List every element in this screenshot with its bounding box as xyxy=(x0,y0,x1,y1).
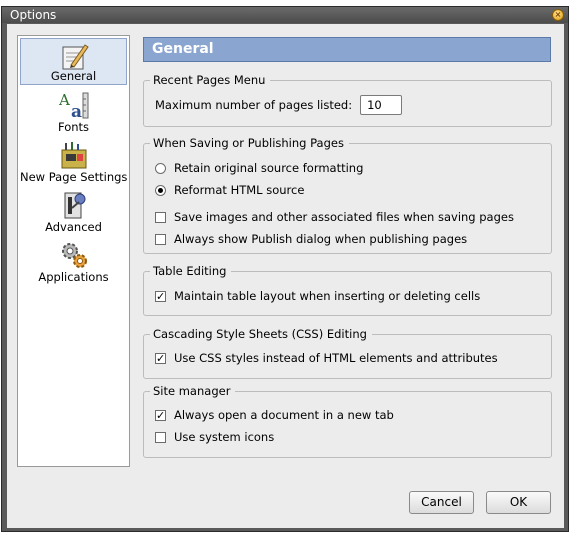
table-editing-group: Table Editing ✓ Maintain table layout wh… xyxy=(143,264,552,316)
svg-text:a: a xyxy=(71,102,82,120)
category-general[interactable]: General xyxy=(20,38,127,85)
site-manager-group: Site manager ✓ Always open a document in… xyxy=(143,384,552,458)
retain-formatting-label: Retain original source formatting xyxy=(174,161,364,175)
title-bar[interactable]: Options × xyxy=(2,7,568,23)
close-icon[interactable]: × xyxy=(552,9,564,21)
save-images-option[interactable]: Save images and other associated files w… xyxy=(155,210,514,224)
publish-dialog-checkbox[interactable] xyxy=(155,233,166,245)
svg-text:A: A xyxy=(58,91,70,109)
reformat-html-label: Reformat HTML source xyxy=(174,183,305,197)
max-pages-input[interactable]: 10 xyxy=(360,95,403,115)
reformat-html-radio[interactable] xyxy=(155,184,166,196)
system-icons-label: Use system icons xyxy=(174,430,275,444)
fonts-icon: A a xyxy=(58,91,88,120)
maintain-layout-checkbox[interactable]: ✓ xyxy=(155,290,166,302)
new-page-settings-icon xyxy=(61,142,86,169)
group-legend: When Saving or Publishing Pages xyxy=(150,136,349,150)
group-legend: Table Editing xyxy=(150,264,232,278)
options-window: Options × General A a Fonts New Page Set… xyxy=(1,6,569,532)
use-css-option[interactable]: ✓ Use CSS styles instead of HTML element… xyxy=(155,351,498,365)
category-label: New Page Settings xyxy=(20,170,128,184)
category-advanced[interactable]: Advanced xyxy=(20,188,127,235)
reformat-html-option[interactable]: Reformat HTML source xyxy=(155,183,304,197)
category-applications[interactable]: Applications xyxy=(20,238,127,285)
saving-group: When Saving or Publishing Pages Retain o… xyxy=(143,136,552,254)
category-label: Applications xyxy=(38,270,109,284)
save-images-checkbox[interactable] xyxy=(155,211,166,223)
group-legend: Site manager xyxy=(150,384,236,398)
ok-button[interactable]: OK xyxy=(486,491,551,514)
general-icon xyxy=(62,44,89,70)
new-tab-option[interactable]: ✓ Always open a document in a new tab xyxy=(155,408,394,422)
window-title: Options xyxy=(10,8,57,22)
maintain-layout-label: Maintain table layout when inserting or … xyxy=(174,289,481,303)
save-images-label: Save images and other associated files w… xyxy=(174,210,514,224)
category-new-page-settings[interactable]: New Page Settings xyxy=(20,138,127,185)
category-label: Advanced xyxy=(45,220,102,234)
dialog-body: General A a Fonts New Page Settings Adva… xyxy=(7,24,564,528)
css-editing-group: Cascading Style Sheets (CSS) Editing ✓ U… xyxy=(143,327,552,379)
recent-pages-group: Recent Pages Menu Maximum number of page… xyxy=(143,73,552,127)
retain-formatting-radio[interactable] xyxy=(155,162,166,174)
retain-formatting-option[interactable]: Retain original source formatting xyxy=(155,161,363,175)
use-css-checkbox[interactable]: ✓ xyxy=(155,352,166,364)
publish-dialog-option[interactable]: Always show Publish dialog when publishi… xyxy=(155,232,467,246)
page-title: General xyxy=(143,37,551,62)
maintain-layout-option[interactable]: ✓ Maintain table layout when inserting o… xyxy=(155,289,480,303)
category-label: General xyxy=(50,69,97,83)
group-legend: Cascading Style Sheets (CSS) Editing xyxy=(150,327,372,341)
applications-icon xyxy=(61,243,87,268)
new-tab-label: Always open a document in a new tab xyxy=(174,408,394,422)
category-list: General A a Fonts New Page Settings Adva… xyxy=(17,35,130,467)
system-icons-option[interactable]: Use system icons xyxy=(155,430,274,444)
max-pages-label: Maximum number of pages listed: xyxy=(155,98,353,112)
new-tab-checkbox[interactable]: ✓ xyxy=(155,409,166,421)
category-fonts[interactable]: A a Fonts xyxy=(20,88,127,135)
advanced-icon xyxy=(64,192,85,219)
use-css-label: Use CSS styles instead of HTML elements … xyxy=(174,351,498,365)
max-pages-row: Maximum number of pages listed: 10 xyxy=(155,95,403,115)
system-icons-checkbox[interactable] xyxy=(155,431,166,443)
category-label: Fonts xyxy=(57,120,90,134)
cancel-button[interactable]: Cancel xyxy=(409,491,474,514)
publish-dialog-label: Always show Publish dialog when publishi… xyxy=(174,232,468,246)
group-legend: Recent Pages Menu xyxy=(150,73,271,87)
